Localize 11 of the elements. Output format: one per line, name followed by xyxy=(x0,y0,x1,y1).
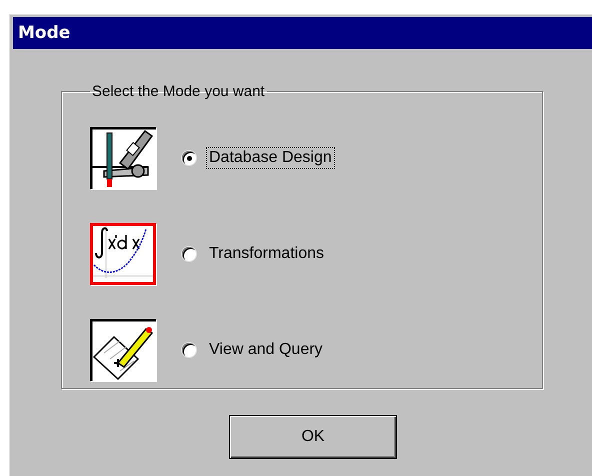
window-title: Mode xyxy=(18,23,70,43)
mode-radio-option[interactable]: View and Query xyxy=(182,339,326,361)
integral-formula-icon xyxy=(90,223,156,285)
pencil-paper-icon xyxy=(90,319,156,381)
radio-button[interactable] xyxy=(182,247,196,261)
radio-button[interactable] xyxy=(182,343,196,357)
radio-button[interactable] xyxy=(182,151,196,165)
group-label: Select the Mode you want xyxy=(91,83,266,100)
drafting-tools-icon xyxy=(90,127,156,189)
ok-button[interactable]: OK xyxy=(229,415,397,459)
mode-radio-option[interactable]: Transformations xyxy=(182,243,327,265)
